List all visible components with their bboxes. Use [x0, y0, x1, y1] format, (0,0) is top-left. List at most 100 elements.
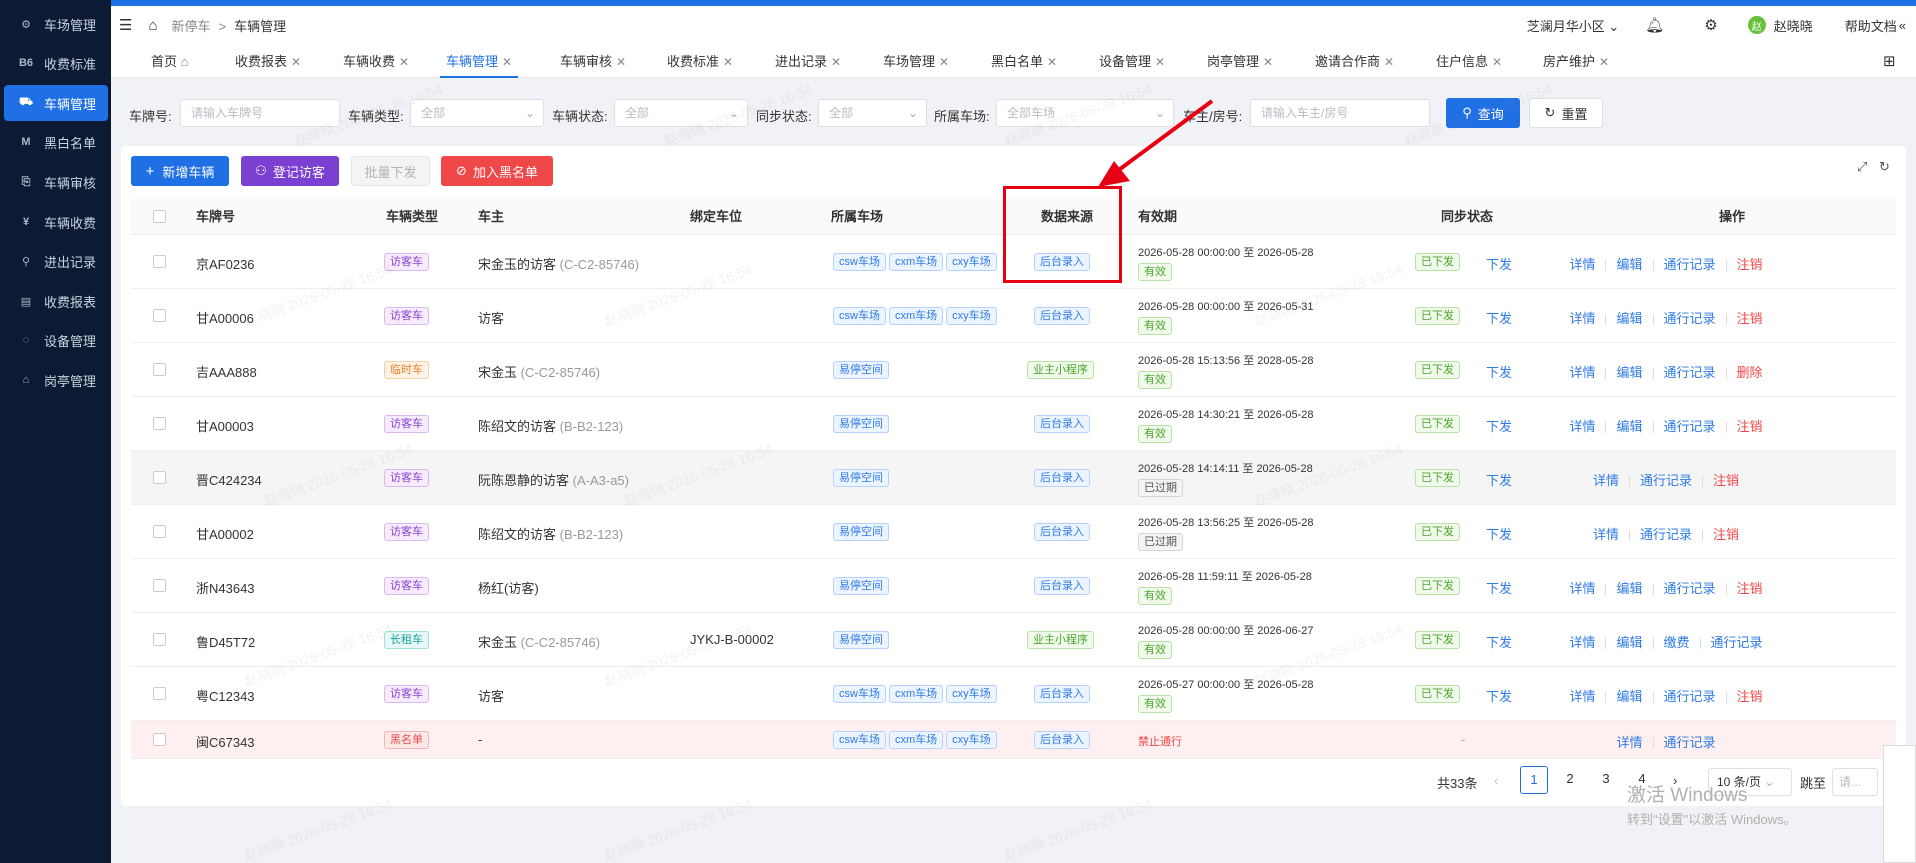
dispatch-link[interactable]: 下发 — [1486, 470, 1512, 489]
close-icon[interactable]: ✕ — [291, 55, 301, 69]
refresh-icon[interactable]: ↻ — [1879, 159, 1890, 175]
owner-input[interactable]: 请输入车主/房号 — [1250, 99, 1430, 127]
batch-dispatch-button[interactable]: 批量下发 — [351, 156, 430, 186]
op-link[interactable]: 详情 — [1569, 581, 1595, 596]
op-link[interactable]: 注销 — [1737, 311, 1763, 326]
type-select[interactable]: 全部 ⌄ — [410, 99, 544, 127]
tab-fee-report[interactable]: 收费报表 ✕ — [229, 50, 307, 78]
row-checkbox[interactable] — [153, 363, 166, 376]
close-icon[interactable]: ✕ — [399, 55, 409, 69]
sidebar-item-vehicle-management[interactable]: ⛟ 车辆管理 — [4, 85, 108, 121]
op-link[interactable]: 通行记录 — [1640, 527, 1692, 542]
tab-vehicle-management[interactable]: 车辆管理 ✕ — [440, 50, 519, 78]
tab-vehicle-audit[interactable]: 车辆审核 ✕ — [554, 50, 632, 78]
dispatch-link[interactable]: 下发 — [1486, 362, 1512, 381]
dispatch-link[interactable]: 下发 — [1486, 632, 1512, 651]
query-button[interactable]: ⚲ 查询 — [1446, 98, 1520, 128]
avatar[interactable]: 赵 — [1747, 16, 1766, 34]
op-link[interactable]: 通行记录 — [1664, 365, 1716, 380]
tab-fee-standard[interactable]: 收费标准 ✕ — [661, 50, 739, 78]
op-link[interactable]: 编辑 — [1616, 689, 1642, 704]
op-link[interactable]: 通行记录 — [1711, 635, 1763, 650]
close-icon[interactable]: ✕ — [616, 55, 626, 69]
close-icon[interactable]: ✕ — [831, 55, 841, 69]
tab-device-management[interactable]: 设备管理 ✕ — [1093, 50, 1171, 78]
close-icon[interactable]: ✕ — [1047, 55, 1057, 69]
op-link[interactable]: 编辑 — [1616, 257, 1642, 272]
row-checkbox[interactable] — [153, 309, 166, 322]
tab-lot-management[interactable]: 车场管理 ✕ — [877, 50, 955, 78]
row-checkbox[interactable] — [153, 733, 166, 746]
sidebar-item-vehicle-fee[interactable]: ¥ 车辆收费 — [0, 204, 111, 240]
row-checkbox[interactable] — [153, 525, 166, 538]
close-icon[interactable]: ✕ — [939, 55, 949, 69]
tab-access-records[interactable]: 进出记录 ✕ — [769, 50, 847, 78]
dispatch-link[interactable]: 下发 — [1486, 254, 1512, 273]
op-link[interactable]: 详情 — [1593, 527, 1619, 542]
op-link[interactable]: 通行记录 — [1664, 311, 1716, 326]
home-icon[interactable]: ⌂ — [148, 17, 157, 34]
page-1[interactable]: 1 — [1520, 766, 1548, 794]
tab-home[interactable]: 首页 ⌂ — [145, 50, 195, 78]
op-link[interactable]: 编辑 — [1616, 365, 1642, 380]
collapse-icon[interactable]: « — [1899, 18, 1906, 33]
sidebar-item-access-records[interactable]: ⚲ 进出记录 — [0, 243, 111, 279]
op-link[interactable]: 编辑 — [1616, 311, 1642, 326]
op-link[interactable]: 注销 — [1737, 419, 1763, 434]
tab-resident-info[interactable]: 住户信息 ✕ — [1430, 50, 1508, 78]
tab-blackwhite-list[interactable]: 黑白名单 ✕ — [985, 50, 1063, 78]
close-icon[interactable]: ✕ — [1384, 55, 1394, 69]
row-checkbox[interactable] — [153, 255, 166, 268]
op-link[interactable]: 注销 — [1737, 581, 1763, 596]
reset-button[interactable]: ↻ 重置 — [1529, 98, 1603, 128]
op-link[interactable]: 详情 — [1569, 689, 1595, 704]
op-link[interactable]: 编辑 — [1616, 581, 1642, 596]
op-link[interactable]: 注销 — [1713, 473, 1739, 488]
row-checkbox[interactable] — [153, 687, 166, 700]
page-3[interactable]: 3 — [1592, 766, 1620, 794]
sidebar-item-lot-management[interactable]: ⚙ 车场管理 — [0, 6, 111, 42]
user-name[interactable]: 赵晓晓 — [1774, 16, 1813, 35]
tab-vehicle-fee[interactable]: 车辆收费 ✕ — [337, 50, 415, 78]
op-link[interactable]: 详情 — [1569, 257, 1595, 272]
op-link[interactable]: 通行记录 — [1640, 473, 1692, 488]
sidebar-item-blackwhite-list[interactable]: M 黑白名单 — [0, 124, 111, 160]
op-link[interactable]: 通行记录 — [1664, 419, 1716, 434]
op-link[interactable]: 通行记录 — [1664, 581, 1716, 596]
tab-booth-management[interactable]: 岗亭管理 ✕ — [1201, 50, 1279, 78]
add-vehicle-button[interactable]: + 新增车辆 — [131, 156, 229, 186]
op-link[interactable]: 编辑 — [1616, 635, 1642, 650]
sync-select[interactable]: 全部 ⌄ — [818, 99, 927, 127]
page-2[interactable]: 2 — [1556, 766, 1584, 794]
menu-toggle-icon[interactable]: ☰ — [119, 16, 132, 34]
op-link[interactable]: 缴费 — [1664, 635, 1690, 650]
community-selector[interactable]: 芝澜月华小区 ⌄ — [1527, 16, 1620, 35]
grid-menu-icon[interactable]: ⊞ — [1877, 50, 1902, 78]
dispatch-link[interactable]: 下发 — [1486, 524, 1512, 543]
close-icon[interactable]: ✕ — [723, 55, 733, 69]
op-link[interactable]: 通行记录 — [1664, 735, 1716, 750]
dispatch-link[interactable]: 下发 — [1486, 308, 1512, 327]
op-link[interactable]: 编辑 — [1616, 419, 1642, 434]
op-link[interactable]: 详情 — [1616, 735, 1642, 750]
row-checkbox[interactable] — [153, 417, 166, 430]
fullscreen-icon[interactable]: ⤢ — [1857, 159, 1867, 175]
dispatch-link[interactable]: 下发 — [1486, 686, 1512, 705]
op-link[interactable]: 详情 — [1569, 365, 1595, 380]
row-checkbox[interactable] — [153, 579, 166, 592]
sidebar-item-fee-report[interactable]: ▤ 收费报表 — [0, 283, 111, 319]
row-checkbox[interactable] — [153, 633, 166, 646]
sidebar-item-device-management[interactable]: ◌ 设备管理 — [0, 322, 111, 358]
prev-page-icon[interactable]: ‹ — [1494, 773, 1498, 788]
close-icon[interactable]: ✕ — [1263, 55, 1273, 69]
dispatch-link[interactable]: 下发 — [1486, 416, 1512, 435]
jump-input[interactable]: 请... — [1832, 768, 1878, 796]
select-all-checkbox[interactable] — [153, 210, 166, 223]
op-link[interactable]: 通行记录 — [1664, 689, 1716, 704]
plate-input[interactable]: 请输入车牌号 — [180, 99, 340, 127]
close-icon[interactable]: ✕ — [1599, 55, 1609, 69]
close-icon[interactable]: ✕ — [1492, 55, 1502, 69]
help-docs-link[interactable]: 帮助文档 — [1845, 16, 1897, 35]
tab-invite-partner[interactable]: 邀请合作商 ✕ — [1309, 50, 1400, 78]
breadcrumb-parent[interactable]: 新停车 — [172, 19, 211, 34]
